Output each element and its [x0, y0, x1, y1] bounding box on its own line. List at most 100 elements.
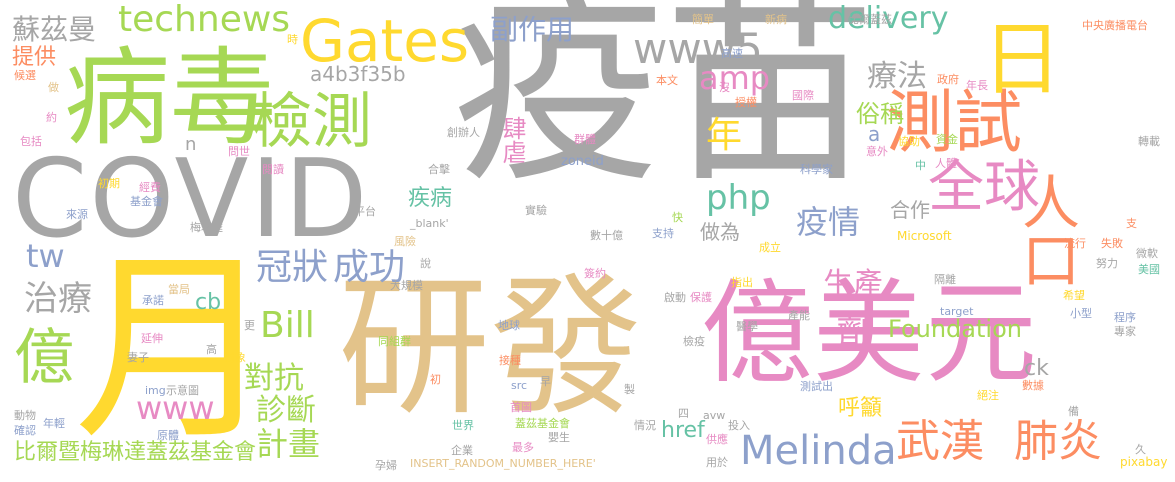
word-cooperate: 合作: [890, 198, 930, 222]
word-target: target: [940, 305, 974, 318]
word-elderly: 年長: [966, 79, 988, 92]
word-government: 政府: [937, 73, 959, 86]
word-epidemic-spread: 流行: [1064, 237, 1086, 250]
word-international: 國際: [792, 89, 814, 102]
word-dose: 劑: [836, 312, 875, 356]
word-about: 約: [46, 111, 57, 124]
word-wuhan: 武漢: [896, 416, 984, 467]
word-world: 世界: [452, 419, 474, 432]
word-wife: 妻子: [127, 351, 149, 364]
word-long: 久: [1135, 443, 1146, 456]
word-plan: 計畫: [256, 425, 321, 463]
word-epidemic: 疫情: [796, 203, 861, 241]
word-sign: 簽約: [584, 267, 606, 280]
word-expert: 專家: [1114, 325, 1136, 338]
word-funding: 經費: [139, 181, 161, 194]
word-more: 更: [244, 319, 255, 332]
word-animal: 動物: [14, 409, 36, 422]
word-microsoft: Microsoft: [897, 229, 952, 243]
word-technews: technews: [118, 0, 291, 40]
word-src: src: [511, 379, 528, 392]
word-risk: 風險: [394, 235, 416, 248]
word-commonly-called: 俗稱: [856, 100, 904, 128]
word-combat: 對抗: [244, 361, 304, 396]
word-candidate: 候選: [14, 69, 36, 82]
word-tested: 測試出: [800, 380, 833, 393]
word-initial: 初: [430, 373, 441, 386]
word-young: 年輕: [43, 417, 65, 430]
word-billions: 數十億: [590, 229, 623, 242]
word-as: 做為: [700, 220, 740, 244]
word-population: 人口: [1012, 172, 1080, 288]
word-therapy: 療法: [867, 59, 927, 94]
word-support-short: 支: [1126, 217, 1137, 230]
word-data: 數據: [1022, 379, 1044, 392]
word-cloud: 疫苗 研發 億美元 病毒 COVID 月 測試 日 全球 人口 Gates 檢測…: [0, 0, 1175, 482]
word-promise: 承諾: [142, 294, 164, 307]
word-appeal: 呼籲: [838, 396, 883, 421]
word-provide: 提供: [12, 45, 57, 70]
word-middle: 中: [915, 159, 926, 172]
word-pregnant: 孕婦: [375, 459, 397, 472]
word-experiment: 實驗: [525, 204, 547, 217]
word-ravage: 肆虐: [498, 116, 526, 164]
word-extend: 延伸: [141, 332, 163, 345]
word-not: 沒: [719, 81, 730, 94]
word-supply: 供應: [706, 433, 728, 446]
word-melinda: Melinda: [740, 428, 897, 474]
word-high: 高: [206, 343, 217, 356]
word-new-disease: 新病: [765, 13, 787, 26]
word-illustration: 示意圖: [166, 384, 199, 397]
word-medicine: 醫學: [736, 320, 758, 333]
word-infant: 嬰生: [548, 431, 570, 444]
word-situation: 情況: [634, 419, 656, 432]
word-herd: 群體: [574, 133, 596, 146]
word-year: 年: [706, 115, 743, 156]
word-prepare: 備: [1068, 405, 1079, 418]
word-pathogen: 原體: [157, 429, 179, 442]
word-capital: 資金: [936, 133, 958, 146]
word-detect: 檢測: [252, 87, 372, 157]
word-procedure: 程序: [1114, 311, 1136, 324]
word-early: 早: [540, 375, 551, 388]
word-zoneid: zoneid: [561, 154, 604, 169]
word-invest: 投入: [728, 419, 750, 432]
word-launch: 問世: [228, 145, 250, 158]
word-bill-gates: 比爾蓋茲: [848, 13, 892, 26]
word-time: 時: [287, 33, 298, 46]
word-isolate: 隔離: [934, 273, 956, 286]
word-cb: cb: [195, 290, 222, 315]
word-most: 最多: [512, 441, 534, 454]
word-platform: 平台: [354, 205, 376, 218]
word-avw: avw: [703, 409, 726, 422]
word-quarantine: 檢疫: [683, 335, 705, 348]
word-accident: 意外: [866, 145, 888, 158]
word-repost: 轉載: [1138, 135, 1160, 148]
word-four: 四: [678, 407, 689, 420]
word-this-article: 本文: [656, 74, 678, 87]
word-scientist: 科學家: [800, 163, 833, 176]
word-blank: _blank': [410, 217, 449, 230]
word-target-zh: 對象: [224, 351, 246, 364]
word-point-out: 指出: [731, 276, 753, 289]
word-foundation-full: 比爾暨梅琳達蓋茲基金會: [14, 440, 257, 465]
word-say: 說: [420, 257, 431, 270]
word-rnd: 研發: [338, 259, 642, 436]
word-hit: 合擊: [428, 163, 450, 176]
word-disease: 疾病: [408, 186, 453, 211]
word-simple: 簡單: [692, 13, 714, 26]
word-melinda-zh: 梅琳達: [190, 221, 223, 234]
word-hope: 希望: [1063, 289, 1085, 302]
word-php: php: [706, 178, 771, 218]
word-produce: 生產: [823, 267, 883, 302]
word-suzman: 蘇茲曼: [12, 13, 97, 46]
word-enterprise: 企業: [451, 444, 473, 457]
word-include: 包括: [20, 135, 42, 148]
word-vaccinate: 接種: [499, 354, 521, 367]
word-read: 閱讀: [262, 163, 284, 176]
word-confirm: 確認: [14, 424, 36, 437]
word-founder: 創辦人: [447, 126, 480, 139]
word-large-scale: 大規模: [390, 279, 423, 292]
word-use-for: 用於: [706, 456, 728, 469]
word-early-stage: 初期: [98, 177, 120, 190]
